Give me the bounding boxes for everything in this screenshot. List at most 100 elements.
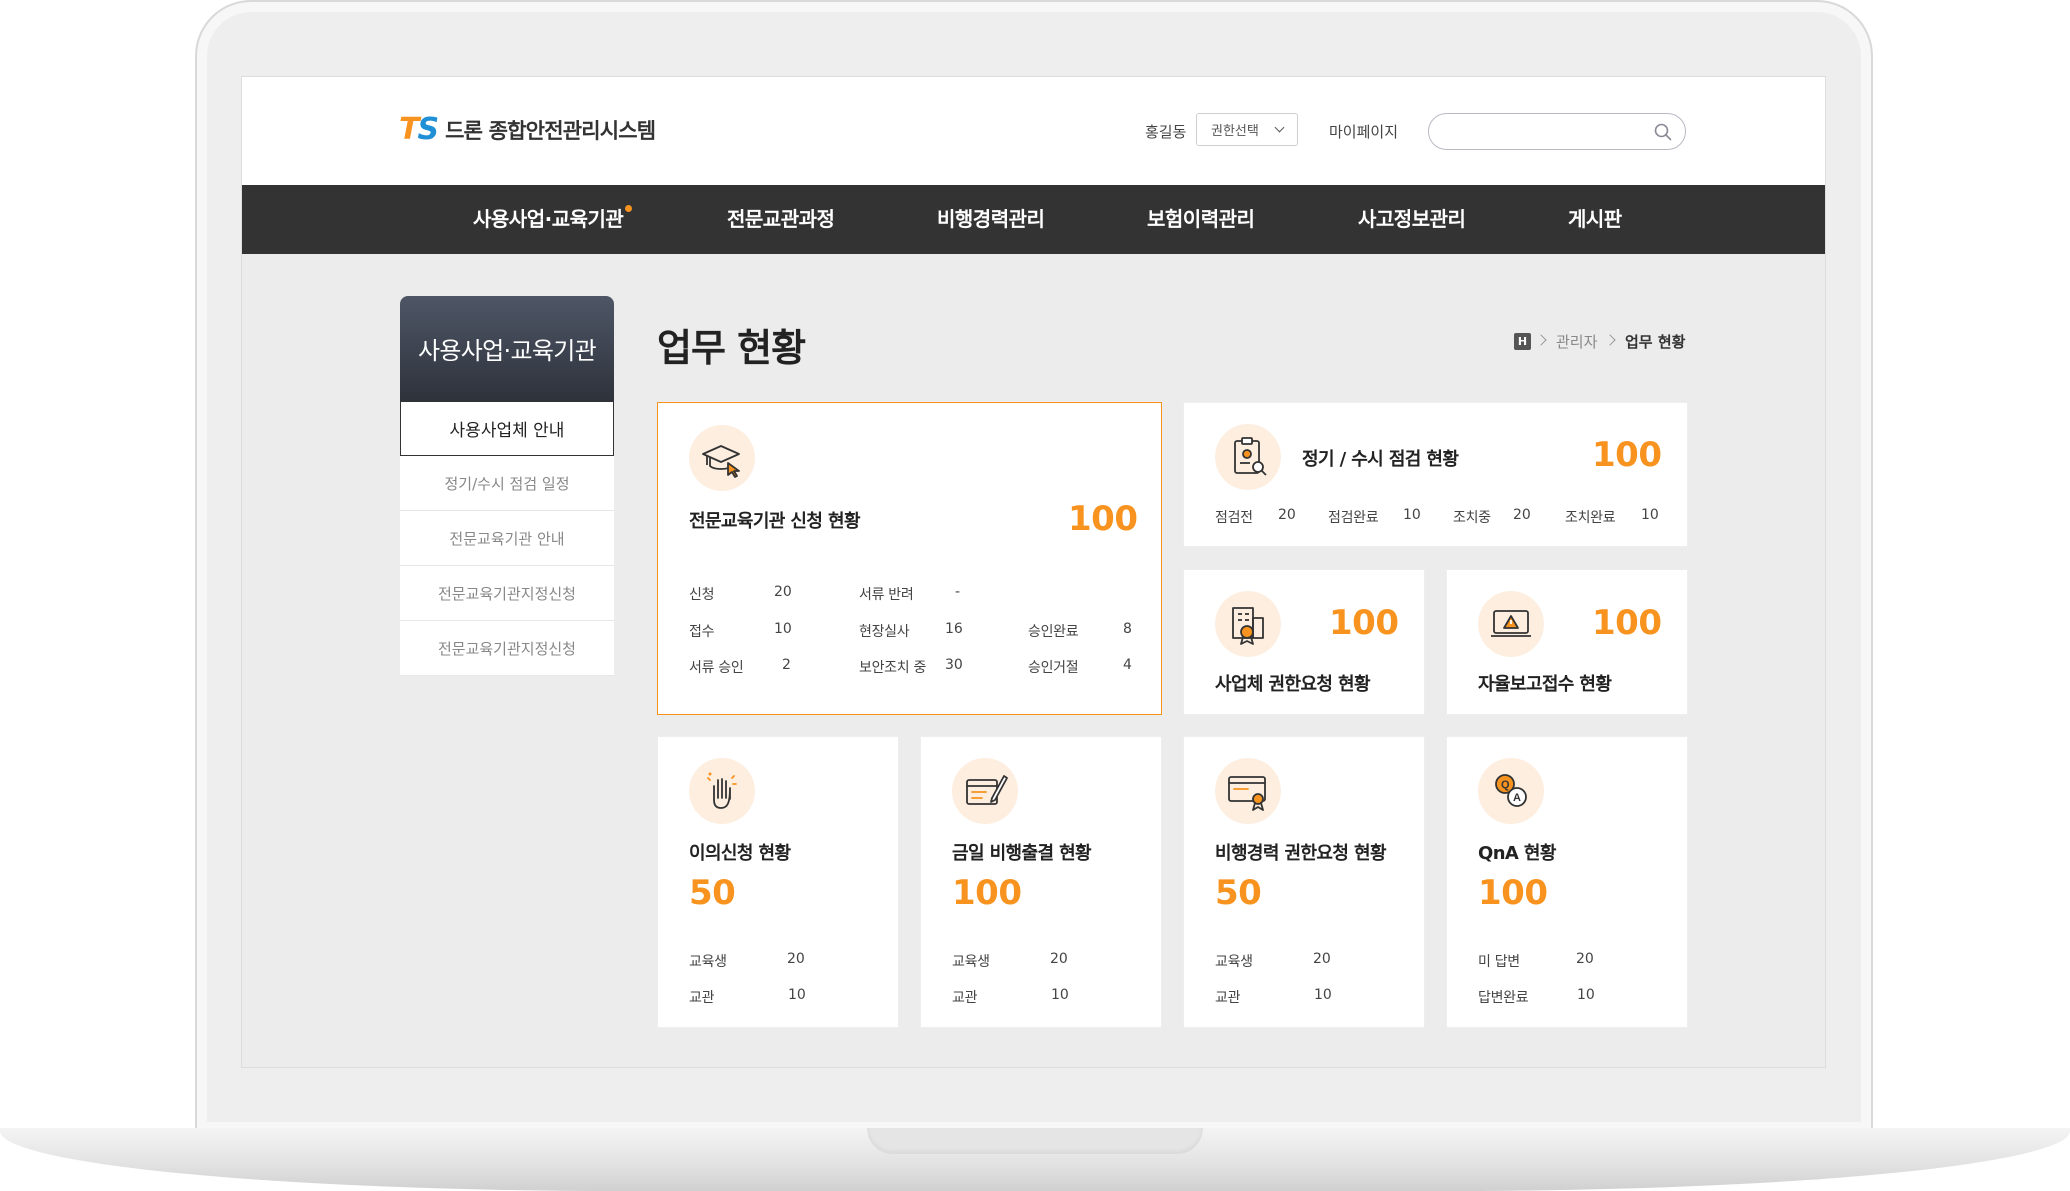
card-qna[interactable]: Q A QnA 현황 100 미 답변 20 답변완료 10 (1446, 736, 1688, 1028)
card-edu-apply[interactable]: 전문교육기관 신청 현황 100 신청 20 서류 반려 - 접수 10 현장실… (657, 402, 1162, 715)
card-flight-auth[interactable]: 비행경력 권한요청 현황 50 교육생 20 교관 10 (1183, 736, 1425, 1028)
chevron-right-icon (1604, 334, 1616, 346)
stat-label: 승인완료 (1028, 624, 1079, 640)
logo-mark: TS (399, 112, 439, 147)
site-logo[interactable]: TS 드론 종합안전관리시스템 (399, 112, 656, 147)
stat-value: - (955, 584, 961, 600)
card-title: 정기 / 수시 점검 현황 (1302, 449, 1459, 470)
stat-value: 10 (1314, 987, 1332, 1003)
nav-item-board[interactable]: 게시판 (1568, 185, 1622, 254)
stat-value: 20 (787, 951, 805, 967)
card-count: 100 (1478, 873, 1548, 913)
nav-item-business-edu[interactable]: 사용사업·교육기관 (473, 185, 624, 254)
stat-value: 20 (774, 584, 792, 600)
stat-label: 점검완료 (1328, 510, 1379, 526)
stat-label: 점검전 (1215, 510, 1253, 526)
stat-label: 서류 승인 (689, 660, 744, 676)
search-box (1428, 113, 1686, 150)
stat-label: 교육생 (1215, 954, 1253, 970)
logo-mark-t: T (399, 112, 420, 147)
monitor-warning-icon (1478, 591, 1544, 657)
stat-label: 교관 (689, 990, 715, 1006)
stat-label: 승인거절 (1028, 660, 1079, 676)
stat-value: 10 (1051, 987, 1069, 1003)
role-select[interactable]: 권한선택 (1196, 113, 1298, 146)
stat-value: 30 (945, 657, 963, 673)
side-nav-item-company-guide[interactable]: 사용사업체 안내 (400, 401, 614, 456)
stat-value: 10 (774, 621, 792, 637)
search-input[interactable] (1443, 120, 1633, 142)
card-inspection[interactable]: 정기 / 수시 점검 현황 100 점검전 20 점검완료 10 조치중 20 … (1183, 402, 1688, 547)
card-count: 100 (952, 873, 1022, 913)
stat-label: 조치완료 (1565, 510, 1616, 526)
side-nav-item-edu-guide[interactable]: 전문교육기관 안내 (400, 511, 614, 566)
screen: TS 드론 종합안전관리시스템 홍길동 권한선택 마이페이지 사용사업·교육기관… (241, 76, 1826, 1068)
laptop-notch (867, 1128, 1203, 1154)
stat-value: 10 (1577, 987, 1595, 1003)
nav-item-insurance[interactable]: 보험이력관리 (1147, 185, 1255, 254)
stat-value: 20 (1313, 951, 1331, 967)
nav-item-flight-career[interactable]: 비행경력관리 (937, 185, 1045, 254)
stat-label: 답변완료 (1478, 990, 1529, 1006)
stat-label: 교관 (1215, 990, 1241, 1006)
card-count: 100 (1329, 603, 1399, 643)
role-select-value: 권한선택 (1211, 124, 1259, 139)
nav-item-instructor-course[interactable]: 전문교관과정 (727, 185, 835, 254)
card-title: QnA 현황 (1478, 843, 1556, 864)
card-title: 이의신청 현황 (689, 843, 791, 864)
home-icon[interactable]: H (1514, 333, 1531, 350)
stat-label: 현장실사 (859, 624, 910, 640)
stat-value: 2 (782, 657, 791, 673)
site-header: TS 드론 종합안전관리시스템 홍길동 권한선택 마이페이지 (242, 77, 1825, 185)
nav-item-accident[interactable]: 사고정보관리 (1358, 185, 1466, 254)
certificate-ribbon-icon (1215, 758, 1281, 824)
card-title: 금일 비행출결 현황 (952, 843, 1092, 864)
stat-label: 보안조치 중 (859, 660, 927, 676)
stat-label: 서류 반려 (859, 587, 914, 603)
search-icon[interactable] (1653, 122, 1673, 142)
stat-label: 교관 (952, 990, 978, 1006)
stat-value: 10 (788, 987, 806, 1003)
svg-text:Q: Q (1501, 779, 1510, 791)
stat-label: 신청 (689, 587, 715, 603)
card-title: 전문교육기관 신청 현황 (689, 511, 861, 532)
mypage-link[interactable]: 마이페이지 (1329, 121, 1398, 142)
stat-label: 교육생 (689, 954, 727, 970)
side-nav: 사용사업·교육기관 사용사업체 안내 정기/수시 점검 일정 전문교육기관 안내… (400, 296, 614, 676)
stat-value: 16 (945, 621, 963, 637)
stat-label: 조치중 (1453, 510, 1491, 526)
logo-text: 드론 종합안전관리시스템 (445, 119, 656, 143)
side-nav-item-edu-designation-2[interactable]: 전문교육기관지정신청 (400, 621, 614, 676)
chevron-right-icon (1535, 334, 1547, 346)
card-count: 50 (689, 873, 736, 913)
user-name: 홍길동 (1145, 123, 1187, 141)
card-count: 100 (1592, 603, 1662, 643)
raised-hand-icon (689, 758, 755, 824)
card-no-fly[interactable]: 금일 비행출결 현황 100 교육생 20 교관 10 (920, 736, 1162, 1028)
stat-value: 4 (1123, 657, 1132, 673)
clipboard-magnifier-icon (1215, 424, 1281, 490)
stat-value: 20 (1278, 507, 1296, 523)
card-title: 비행경력 권한요청 현황 (1215, 843, 1387, 864)
card-company-auth[interactable]: 100 사업체 권한요청 현황 (1183, 569, 1425, 715)
stat-value: 10 (1641, 507, 1659, 523)
qa-bubbles-icon: Q A (1478, 758, 1544, 824)
stat-label: 미 답변 (1478, 954, 1520, 970)
stat-value: 20 (1050, 951, 1068, 967)
card-self-report[interactable]: 100 자율보고접수 현황 (1446, 569, 1688, 715)
stat-value: 20 (1513, 507, 1531, 523)
graduation-cap-cursor-icon (689, 425, 755, 491)
breadcrumb-parent[interactable]: 관리자 (1556, 331, 1597, 352)
building-badge-icon (1215, 591, 1281, 657)
stat-value: 8 (1123, 621, 1132, 637)
stat-label: 접수 (689, 624, 715, 640)
svg-text:A: A (1513, 792, 1521, 804)
card-objection[interactable]: 이의신청 현황 50 교육생 20 교관 10 (657, 736, 899, 1028)
breadcrumb-current: 업무 현황 (1625, 333, 1686, 351)
stat-label: 교육생 (952, 954, 990, 970)
logo-mark-s: S (417, 112, 439, 147)
card-title: 자율보고접수 현황 (1478, 674, 1612, 695)
side-nav-item-edu-designation[interactable]: 전문교육기관지정신청 (400, 566, 614, 621)
page-title: 업무 현황 (657, 326, 806, 370)
side-nav-item-inspection-schedule[interactable]: 정기/수시 점검 일정 (400, 456, 614, 511)
